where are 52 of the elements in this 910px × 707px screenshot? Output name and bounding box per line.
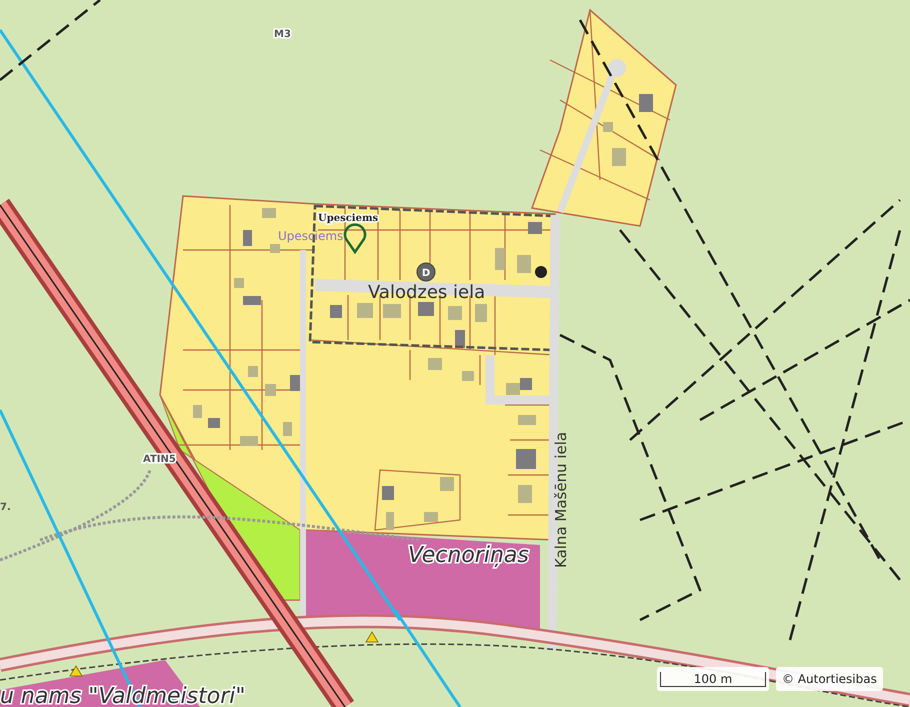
- building: [270, 244, 280, 253]
- building: [518, 415, 536, 425]
- building: [418, 302, 434, 316]
- building: [440, 477, 454, 491]
- map-label: Kalna Mašēnu iela: [552, 432, 570, 568]
- parcel-line: [505, 404, 550, 406]
- building: [240, 436, 258, 446]
- building: [462, 371, 474, 381]
- building: [243, 296, 261, 305]
- building: [330, 305, 342, 318]
- map-label: M3: [274, 29, 291, 40]
- building: [475, 304, 487, 322]
- building: [518, 485, 532, 503]
- building: [262, 208, 276, 218]
- scale-bar: 100 m: [657, 667, 769, 691]
- building: [383, 304, 401, 318]
- map-marker-icon: [535, 266, 547, 278]
- building: [639, 94, 653, 112]
- building: [265, 384, 276, 396]
- building: [208, 418, 220, 428]
- building: [516, 449, 536, 469]
- warning-icon: [69, 665, 83, 676]
- building: [517, 255, 531, 273]
- map-badge[interactable]: D: [416, 262, 436, 282]
- building: [428, 358, 442, 370]
- map-label: Valodzes iela: [368, 282, 486, 303]
- parcel-line: [510, 439, 550, 441]
- attribution-link[interactable]: © Autortiesibas: [776, 667, 883, 691]
- building: [283, 422, 292, 436]
- building: [424, 512, 438, 522]
- building: [357, 303, 373, 318]
- building: [455, 330, 465, 348]
- map-label: Vecnoriņas: [408, 543, 529, 568]
- building: [448, 306, 462, 320]
- building: [386, 512, 394, 530]
- building: [506, 383, 520, 395]
- parcel-line: [508, 474, 550, 476]
- building: [193, 405, 202, 418]
- location-pin-icon: [344, 223, 366, 254]
- building: [528, 222, 542, 234]
- building: [612, 148, 626, 166]
- building: [520, 378, 532, 390]
- building: [243, 230, 252, 246]
- building: [234, 278, 244, 288]
- parcel-line: [508, 514, 550, 516]
- building: [495, 248, 505, 270]
- building: [248, 366, 258, 377]
- map-label: 7.: [0, 502, 11, 513]
- warning-icon: [365, 631, 379, 642]
- building: [603, 122, 613, 132]
- building: [382, 486, 394, 500]
- map-label: Upesciems: [278, 229, 344, 243]
